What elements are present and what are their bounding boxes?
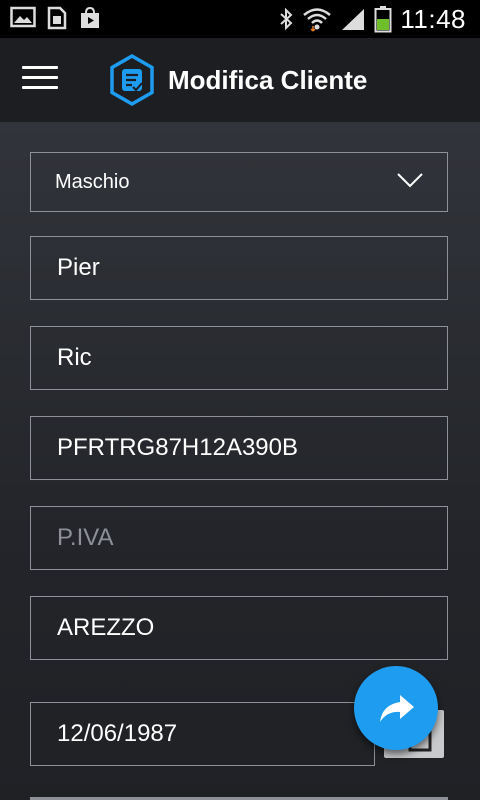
share-forward-button[interactable] xyxy=(354,666,438,750)
bluetooth-icon xyxy=(280,7,293,31)
birth-date-field[interactable]: 12/06/1987 xyxy=(30,702,375,766)
gallery-icon xyxy=(10,6,36,28)
battery-icon xyxy=(374,6,392,33)
play-store-icon xyxy=(81,6,99,28)
status-bar-left-icons xyxy=(10,6,102,30)
fiscal-code-field[interactable]: PFRTRG87H12A390B xyxy=(30,416,448,480)
share-forward-icon xyxy=(380,695,414,722)
city-field[interactable]: AREZZO xyxy=(30,596,448,660)
status-bar: 11:48 xyxy=(0,0,480,38)
status-bar-right-icons: 11:48 xyxy=(278,4,466,34)
chevron-down-icon xyxy=(397,173,423,188)
sim-card-icon xyxy=(47,6,67,30)
wifi-icon xyxy=(303,8,332,32)
vat-number-field[interactable]: P.IVA xyxy=(30,506,448,570)
last-name-field[interactable]: Ric xyxy=(30,326,448,390)
gender-select-value: Maschio xyxy=(55,170,130,193)
signal-icon xyxy=(342,9,365,30)
first-name-field[interactable]: Pier xyxy=(30,236,448,300)
gender-select[interactable]: Maschio xyxy=(30,152,448,212)
app-logo-icon xyxy=(110,54,154,106)
hamburger-menu-icon[interactable] xyxy=(22,66,58,94)
app-bar: Modifica Cliente xyxy=(0,38,480,122)
status-time: 11:48 xyxy=(400,4,466,34)
page-title: Modifica Cliente xyxy=(168,65,368,95)
